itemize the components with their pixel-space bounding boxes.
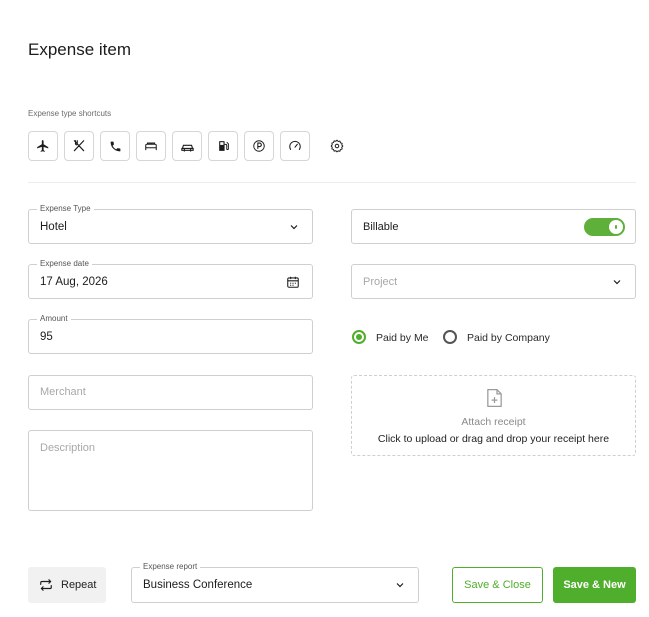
- project-placeholder: Project: [363, 276, 398, 288]
- gear-icon: [330, 139, 344, 153]
- amount-value: 95: [40, 331, 53, 343]
- paid-by-me-radio[interactable]: [352, 330, 366, 344]
- parking-icon: [253, 140, 265, 152]
- description-placeholder: Description: [40, 442, 96, 454]
- expense-type-select[interactable]: Expense Type Hotel: [28, 204, 313, 244]
- page-title: Expense item: [28, 40, 131, 59]
- shortcuts-settings-button[interactable]: [327, 136, 347, 156]
- expense-date-field[interactable]: Expense date 17 Aug, 2026: [28, 259, 313, 299]
- bed-icon: [145, 142, 157, 151]
- billable-toggle[interactable]: [584, 218, 625, 236]
- receipt-hint: Click to upload or drag and drop your re…: [377, 433, 610, 445]
- shortcut-fuel-button[interactable]: [208, 131, 238, 161]
- chevron-down-icon: [613, 279, 621, 284]
- project-select[interactable]: Project: [351, 264, 636, 299]
- shortcut-flight-button[interactable]: [28, 131, 58, 161]
- toggle-knob: [609, 220, 623, 234]
- paid-by-me-label: Paid by Me: [376, 332, 429, 344]
- receipt-title: Attach receipt: [461, 416, 526, 428]
- mileage-icon: [289, 140, 301, 151]
- paid-by-company-radio[interactable]: [443, 330, 457, 344]
- shortcut-parking-button[interactable]: [244, 131, 274, 161]
- calendar-icon[interactable]: [286, 275, 300, 289]
- chevron-down-icon: [396, 583, 404, 588]
- expense-report-value: Business Conference: [143, 579, 253, 591]
- amount-field[interactable]: Amount 95: [28, 314, 313, 354]
- repeat-button[interactable]: Repeat: [28, 567, 106, 603]
- shortcut-car-button[interactable]: [172, 131, 202, 161]
- fuel-icon: [218, 141, 229, 151]
- shortcut-meals-button[interactable]: [64, 131, 94, 161]
- expense-report-label: Expense report: [140, 562, 201, 572]
- plane-icon: [37, 140, 49, 152]
- chevron-down-icon: [290, 224, 298, 229]
- amount-label: Amount: [37, 314, 71, 324]
- expense-type-value: Hotel: [40, 221, 67, 233]
- paid-by-company-label: Paid by Company: [467, 332, 550, 344]
- section-divider: [28, 182, 636, 183]
- restaurant-icon: [73, 140, 85, 152]
- billable-row: Billable: [351, 209, 636, 244]
- expense-date-label: Expense date: [37, 259, 92, 269]
- repeat-icon: [40, 579, 52, 591]
- merchant-field[interactable]: Merchant: [28, 375, 313, 410]
- expense-date-value: 17 Aug, 2026: [40, 276, 108, 288]
- save-close-button[interactable]: Save & Close: [452, 567, 543, 603]
- receipt-dropzone[interactable]: Attach receipt Click to upload or drag a…: [351, 375, 636, 456]
- car-icon: [180, 144, 194, 151]
- shortcut-mileage-button[interactable]: [280, 131, 310, 161]
- expense-report-select[interactable]: Expense report Business Conference: [131, 562, 419, 603]
- save-new-button[interactable]: Save & New: [553, 567, 636, 603]
- billable-label: Billable: [363, 221, 399, 233]
- merchant-placeholder: Merchant: [40, 386, 86, 398]
- file-plus-icon: [487, 389, 502, 407]
- shortcut-hotel-button[interactable]: [136, 131, 166, 161]
- shortcuts-label: Expense type shortcuts: [28, 109, 112, 118]
- phone-icon: [110, 141, 120, 151]
- shortcut-phone-button[interactable]: [100, 131, 130, 161]
- description-field[interactable]: Description: [28, 430, 313, 511]
- expense-type-label: Expense Type: [37, 204, 94, 214]
- repeat-label: Repeat: [61, 579, 97, 591]
